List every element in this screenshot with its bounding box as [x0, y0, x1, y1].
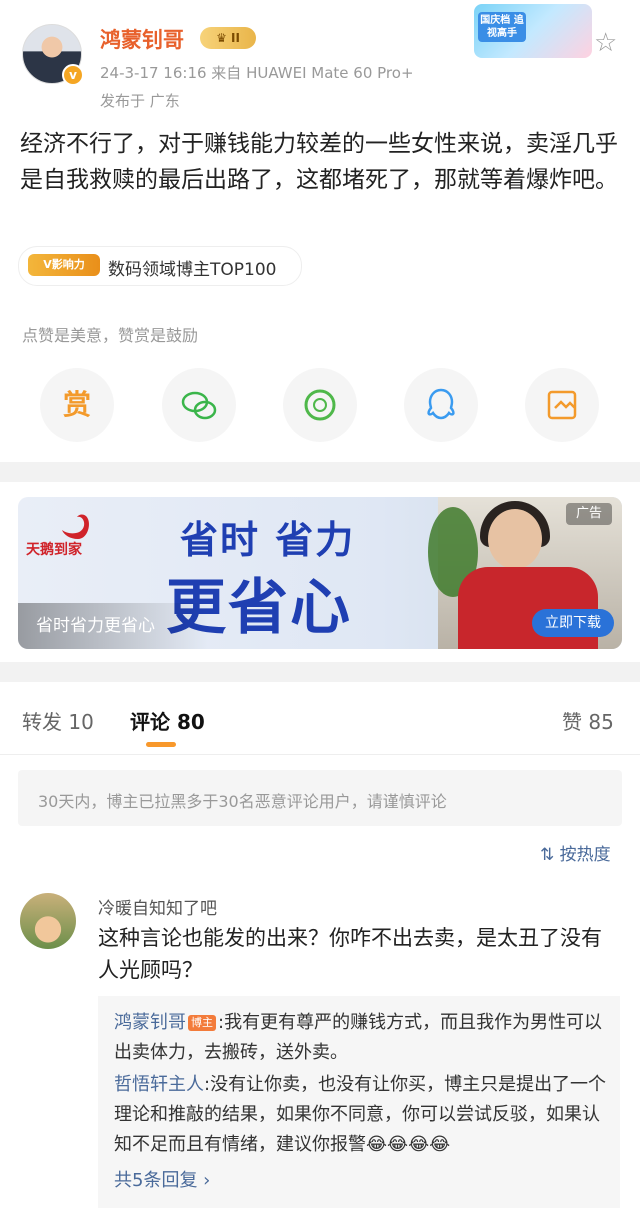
author-name[interactable]: 鸿蒙钊哥	[100, 24, 184, 54]
influence-text: 数码领域博主TOP100	[108, 260, 277, 280]
ad-banner[interactable]: 天鹅到家 省时 省力 更省心 省时省力更省心 广告 立即下载	[18, 497, 622, 649]
ad-photo-face	[488, 509, 542, 569]
sort-label: 按热度	[559, 845, 611, 865]
post-body: 经济不行了，对于赚钱能力较差的一些女性来说，卖淫几乎是自我救赎的最后出路了，这都…	[20, 131, 618, 193]
post-location: 发布于 广东	[100, 92, 180, 110]
reply-item[interactable]: 哲悟轩主人:没有让你卖，也没有让你买，博主只是提出了一个理论和推敲的结果，如果你…	[114, 1070, 608, 1160]
share-wechat-button[interactable]	[162, 368, 236, 442]
reply-author[interactable]: 哲悟轩主人	[114, 1074, 204, 1095]
active-tab-indicator	[146, 742, 176, 747]
decoration-label: 国庆档 追视高手	[478, 12, 526, 42]
section-divider	[0, 462, 640, 482]
reply-item[interactable]: 鸿蒙钊哥 博主:我有更有尊严的赚钱方式，而且我作为男性可以出卖体力，去搬砖，送外卖…	[114, 1008, 608, 1068]
share-moments-button[interactable]	[283, 368, 357, 442]
comment-notice-text: 30天内，博主已拉黑多于30名恶意评论用户，请谨慎评论	[38, 792, 447, 811]
sort-toggle[interactable]: ⇅ 按热度	[540, 840, 611, 865]
wechat-icon	[162, 368, 236, 442]
ad-download-button[interactable]: 立即下载	[532, 609, 614, 637]
save-image-button[interactable]	[525, 368, 599, 442]
sort-icon: ⇅	[540, 845, 560, 865]
influence-icon: V影响力	[28, 254, 100, 276]
host-badge: 博主	[188, 1015, 216, 1031]
level-badge[interactable]: ♛ II	[200, 27, 256, 49]
tabs-divider	[0, 754, 640, 755]
tab-like[interactable]: 赞 85	[562, 706, 614, 735]
share-qq-button[interactable]	[404, 368, 478, 442]
level-badge-label: II	[231, 31, 240, 45]
ad-caption: 省时省力更省心	[36, 616, 155, 636]
tab-comment[interactable]: 评论 80	[130, 706, 205, 735]
moments-icon	[283, 368, 357, 442]
save-image-icon	[525, 368, 599, 442]
reward-icon: 赏	[62, 388, 91, 421]
post-meta: 24-3-17 16:16 来自 HUAWEI Mate 60 Pro+	[100, 64, 414, 82]
ad-brand-name: 天鹅到家	[26, 542, 82, 558]
comment-text: 这种言论也能发的出来？你咋不出去卖，是太丑了没有人光顾吗？	[98, 926, 602, 982]
ad-tag[interactable]: 广告	[566, 503, 612, 525]
verified-icon: v	[62, 64, 84, 86]
reward-hint: 点赞是美意，赞赏是鼓励	[22, 326, 199, 345]
ad-headline: 省时 省力	[180, 518, 356, 562]
qq-icon	[404, 368, 478, 442]
crown-icon: ♛	[216, 31, 231, 45]
section-divider	[0, 662, 640, 682]
favorite-star-icon[interactable]: ☆	[594, 28, 617, 58]
commenter-avatar[interactable]	[20, 893, 76, 949]
more-replies-link[interactable]: 共5条回复 ›	[114, 1166, 210, 1192]
commenter-name[interactable]: 冷暖自知知了吧	[98, 894, 217, 919]
reward-button[interactable]: 赏	[40, 368, 114, 442]
tab-repost[interactable]: 转发 10	[22, 706, 94, 735]
reply-author[interactable]: 鸿蒙钊哥	[114, 1012, 186, 1033]
